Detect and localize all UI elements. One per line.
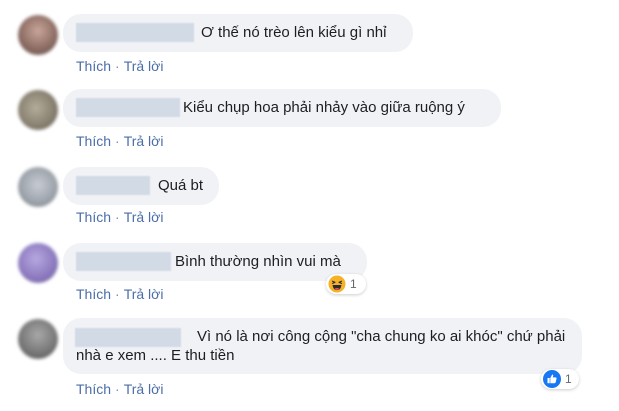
reply-link[interactable]: Trả lời <box>124 58 164 74</box>
like-link[interactable]: Thích <box>76 58 111 74</box>
reaction-count: 1 <box>565 372 572 386</box>
comment-actions: Thích · Trả lời <box>76 133 163 149</box>
separator-dot: · <box>115 381 120 397</box>
comment-bubble: Bình thường nhìn vui mà <box>63 243 367 281</box>
like-thumb-icon <box>543 370 561 388</box>
comment-text: Ơ thế nó trèo lên kiểu gì nhỉ <box>201 24 387 41</box>
comment-text: Quá bt <box>158 177 204 194</box>
comment-text: Bình thường nhìn vui mà <box>175 253 341 270</box>
avatar[interactable] <box>18 243 58 283</box>
comment-bubble: Ơ thế nó trèo lên kiểu gì nhỉ <box>63 14 413 52</box>
separator-dot: · <box>115 286 120 302</box>
like-link[interactable]: Thích <box>76 286 111 302</box>
like-link[interactable]: Thích <box>76 209 111 225</box>
avatar[interactable] <box>18 167 58 207</box>
reply-link[interactable]: Trả lời <box>124 286 164 302</box>
comment-actions: Thích · Trả lời <box>76 58 163 74</box>
avatar[interactable] <box>18 15 58 55</box>
avatar[interactable] <box>18 90 58 130</box>
author-name[interactable] <box>76 98 180 117</box>
reply-link[interactable]: Trả lời <box>124 133 164 149</box>
comment-bubble: Quá bt <box>63 167 219 205</box>
separator-dot: · <box>115 58 120 74</box>
author-name[interactable] <box>76 23 194 42</box>
reaction-count: 1 <box>350 277 357 291</box>
separator-dot: · <box>115 209 120 225</box>
like-link[interactable]: Thích <box>76 381 111 397</box>
comment-actions: Thích · Trả lời <box>76 286 163 302</box>
reply-link[interactable]: Trả lời <box>124 209 164 225</box>
reaction-badge[interactable]: 1 <box>326 274 366 294</box>
comment-bubble: Vì nó là nơi công cộng "cha chung ko ai … <box>63 318 582 374</box>
comment-actions: Thích · Trả lời <box>76 381 163 397</box>
comment-bubble: Kiểu chụp hoa phải nhảy vào giữa ruộng ý <box>63 89 501 127</box>
author-name[interactable] <box>76 252 171 271</box>
like-link[interactable]: Thích <box>76 133 111 149</box>
separator-dot: · <box>115 133 120 149</box>
haha-emoji-icon <box>328 275 346 293</box>
comment-text: Vì nó là nơi công cộng "cha chung ko ai … <box>76 328 566 364</box>
reaction-badge[interactable]: 1 <box>541 369 579 389</box>
author-name[interactable] <box>76 176 150 195</box>
avatar[interactable] <box>18 319 58 359</box>
comment-actions: Thích · Trả lời <box>76 209 163 225</box>
comment-text: Kiểu chụp hoa phải nhảy vào giữa ruộng ý <box>183 99 465 116</box>
reply-link[interactable]: Trả lời <box>124 381 164 397</box>
